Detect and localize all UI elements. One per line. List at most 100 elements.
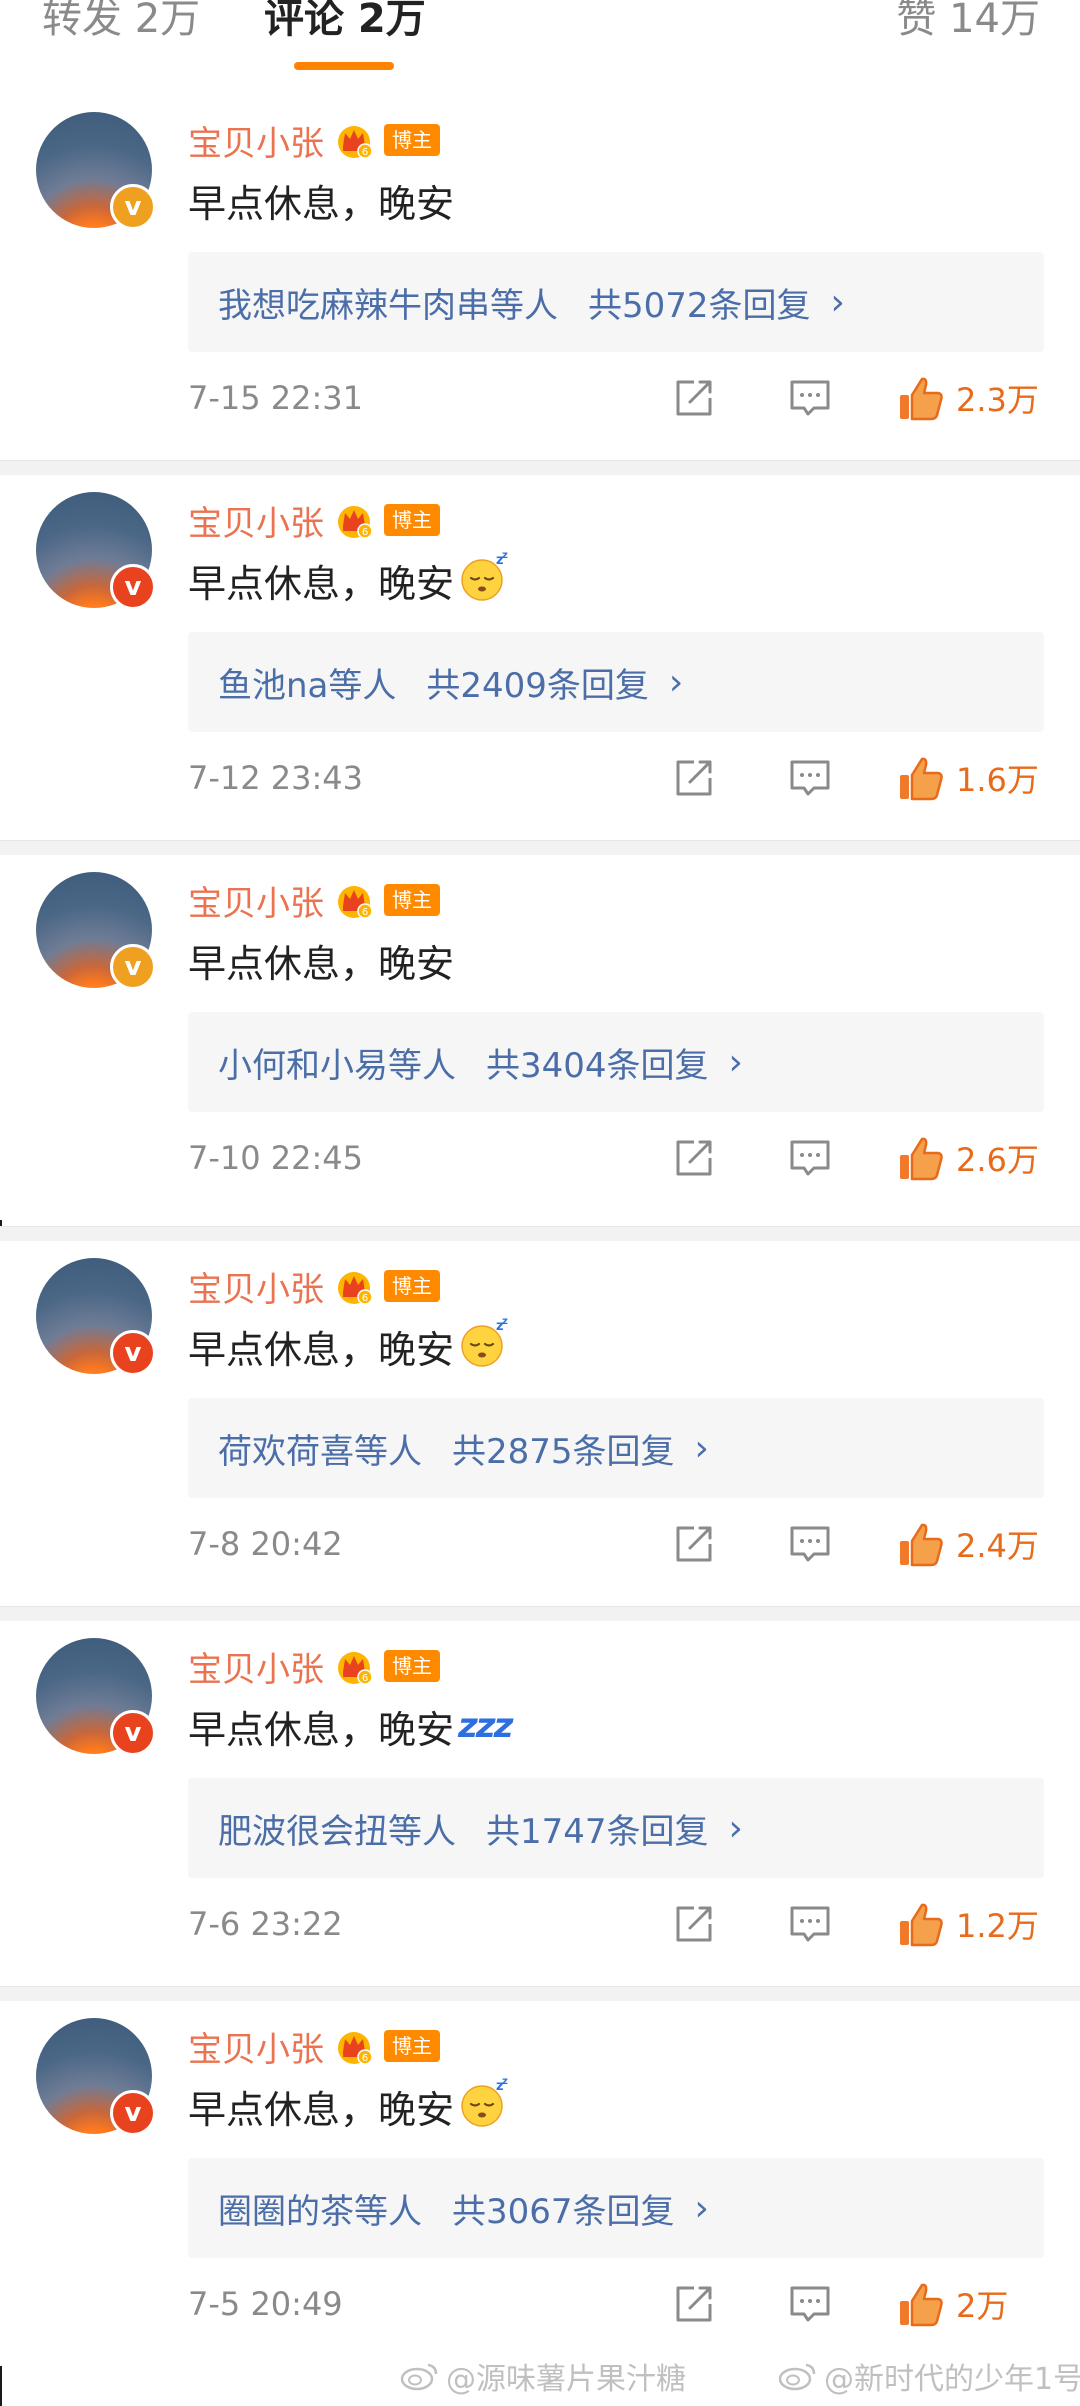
comment-icon[interactable] xyxy=(788,1902,832,1946)
svg-text:6: 6 xyxy=(362,527,368,538)
comment-text: 早点休息，晚安 xyxy=(188,172,458,228)
svg-text:6: 6 xyxy=(362,1293,368,1304)
comment-header: 宝贝小张 6 博主 xyxy=(188,112,440,168)
reply-users: 小何和小易等人 xyxy=(218,1045,456,1086)
comment-item[interactable]: v 宝贝小张 6 博主 早点休息，晚安 我想吃麻辣牛肉串等人 共5072条回复 … xyxy=(0,80,1080,460)
author-badge: 博主 xyxy=(384,1270,440,1302)
comment-header: 宝贝小张 6 博主 xyxy=(188,1638,440,1694)
comment-divider xyxy=(0,1226,1080,1241)
comment-icon[interactable] xyxy=(788,2282,832,2326)
svg-text:6: 6 xyxy=(362,2053,368,2064)
like-button[interactable]: 2.3万 xyxy=(896,368,1039,428)
comment-header: 宝贝小张 6 博主 xyxy=(188,2018,440,2074)
crown-vip-icon: 6 xyxy=(338,126,373,159)
avatar[interactable]: v xyxy=(36,2018,156,2136)
reply-count: 共1747条回复 xyxy=(486,1811,709,1852)
replies-preview[interactable]: 荷欢荷喜等人 共2875条回复 › xyxy=(188,1398,1044,1498)
username[interactable]: 宝贝小张 xyxy=(188,1642,324,1691)
sleeping-face-emoji-icon: zz xyxy=(458,1316,510,1377)
reply-count: 共2875条回复 xyxy=(452,1431,675,1472)
avatar[interactable]: v xyxy=(36,872,156,990)
comment-header: 宝贝小张 6 博主 xyxy=(188,1258,440,1314)
username[interactable]: 宝贝小张 xyxy=(188,496,324,545)
comment-text-content: 早点休息，晚安 xyxy=(188,1327,455,1372)
username[interactable]: 宝贝小张 xyxy=(188,1262,324,1311)
svg-text:z: z xyxy=(502,2076,508,2087)
replies-preview[interactable]: 小何和小易等人 共3404条回复 › xyxy=(188,1012,1044,1112)
comment-header: 宝贝小张 6 博主 xyxy=(188,872,440,928)
replies-preview[interactable]: 圈圈的茶等人 共3067条回复 › xyxy=(188,2158,1044,2258)
svg-text:6: 6 xyxy=(362,907,368,918)
comment-text: 早点休息，晚安 zz xyxy=(188,550,510,611)
author-badge: 博主 xyxy=(384,504,440,536)
avatar[interactable]: v xyxy=(36,1638,156,1756)
comment-timestamp: 7-10 22:45 xyxy=(188,1139,364,1177)
verified-badge-icon: v xyxy=(110,184,156,230)
tab-reposts[interactable]: 转发 2万 xyxy=(42,0,200,44)
author-badge: 博主 xyxy=(384,884,440,916)
reply-users: 我想吃麻辣牛肉串等人 xyxy=(218,285,558,326)
verified-badge-icon: v xyxy=(110,1330,156,1376)
svg-text:6: 6 xyxy=(362,1673,368,1684)
comment-item[interactable]: v 宝贝小张 6 博主 早点休息，晚安 zz 荷欢荷喜等人 共2875条回复 ›… xyxy=(0,1226,1080,1606)
tab-comments[interactable]: 评论 2万 xyxy=(264,0,426,44)
comment-text: 早点休息，晚安 xyxy=(188,932,458,988)
comment-item[interactable]: v 宝贝小张 6 博主 早点休息，晚安 zzz 肥波很会扭等人 共1747条回复… xyxy=(0,1606,1080,1986)
share-icon[interactable] xyxy=(672,376,716,420)
sleeping-face-emoji-icon: zz xyxy=(458,2076,510,2137)
weibo-logo-icon xyxy=(778,2363,816,2391)
comment-item[interactable]: v 宝贝小张 6 博主 早点休息，晚安 zz 鱼池na等人 共2409条回复 ›… xyxy=(0,460,1080,840)
verified-badge-icon: v xyxy=(110,1710,156,1756)
comment-icon[interactable] xyxy=(788,1136,832,1180)
comment-text-content: 早点休息，晚安 xyxy=(188,2087,455,2132)
like-count: 2万 xyxy=(956,2287,1009,2325)
like-button[interactable]: 2.6万 xyxy=(896,1128,1039,1188)
username[interactable]: 宝贝小张 xyxy=(188,2022,324,2071)
chevron-right-icon: › xyxy=(728,1807,743,1849)
share-icon[interactable] xyxy=(672,1136,716,1180)
like-count: 2.4万 xyxy=(956,1527,1039,1565)
comment-text-content: 早点休息，晚安 xyxy=(188,1707,455,1752)
avatar[interactable]: v xyxy=(36,1258,156,1376)
comment-timestamp: 7-8 20:42 xyxy=(188,1525,343,1563)
username[interactable]: 宝贝小张 xyxy=(188,876,324,925)
verified-badge-icon: v xyxy=(110,2090,156,2136)
comment-divider xyxy=(0,840,1080,855)
avatar[interactable]: v xyxy=(36,492,156,610)
like-button[interactable]: 2.4万 xyxy=(896,1514,1039,1574)
share-icon[interactable] xyxy=(672,756,716,800)
share-icon[interactable] xyxy=(672,1902,716,1946)
comment-icon[interactable] xyxy=(788,1522,832,1566)
comment-text-content: 早点休息，晚安 xyxy=(188,561,455,606)
like-button[interactable]: 1.2万 xyxy=(896,1894,1039,1954)
comment-footer: 7-12 23:43 1.6万 xyxy=(188,748,1044,808)
sleeping-face-emoji-icon: zz xyxy=(458,550,510,611)
comment-footer: 7-5 20:49 2万 xyxy=(188,2274,1044,2334)
author-badge: 博主 xyxy=(384,124,440,156)
svg-text:6: 6 xyxy=(362,147,368,158)
watermark: @新时代的少年1号 xyxy=(778,2354,1080,2398)
comment-item[interactable]: v 宝贝小张 6 博主 早点休息，晚安 zz 圈圈的茶等人 共3067条回复 ›… xyxy=(0,1986,1080,2366)
share-icon[interactable] xyxy=(672,2282,716,2326)
avatar[interactable]: v xyxy=(36,112,156,230)
comment-timestamp: 7-6 23:22 xyxy=(188,1905,343,1943)
comment-text-content: 早点休息，晚安 xyxy=(188,941,455,986)
thumbs-up-icon xyxy=(900,1137,943,1181)
username[interactable]: 宝贝小张 xyxy=(188,116,324,165)
comment-item[interactable]: v 宝贝小张 6 博主 早点休息，晚安 小何和小易等人 共3404条回复 › 7… xyxy=(0,840,1080,1220)
tab-likes[interactable]: 赞 14万 xyxy=(896,0,1040,44)
comment-timestamp: 7-5 20:49 xyxy=(188,2285,343,2323)
replies-preview[interactable]: 鱼池na等人 共2409条回复 › xyxy=(188,632,1044,732)
like-button[interactable]: 1.6万 xyxy=(896,748,1039,808)
thumbs-up-icon xyxy=(900,757,943,801)
comment-icon[interactable] xyxy=(788,376,832,420)
watermark-text: @源味薯片果汁糖 xyxy=(446,2362,686,2397)
replies-preview[interactable]: 肥波很会扭等人 共1747条回复 › xyxy=(188,1778,1044,1878)
replies-preview[interactable]: 我想吃麻辣牛肉串等人 共5072条回复 › xyxy=(188,252,1044,352)
comment-icon[interactable] xyxy=(788,756,832,800)
share-icon[interactable] xyxy=(672,1522,716,1566)
reply-count: 共5072条回复 xyxy=(588,285,811,326)
comment-divider xyxy=(0,460,1080,475)
author-badge: 博主 xyxy=(384,1650,440,1682)
like-button[interactable]: 2万 xyxy=(896,2274,1008,2334)
